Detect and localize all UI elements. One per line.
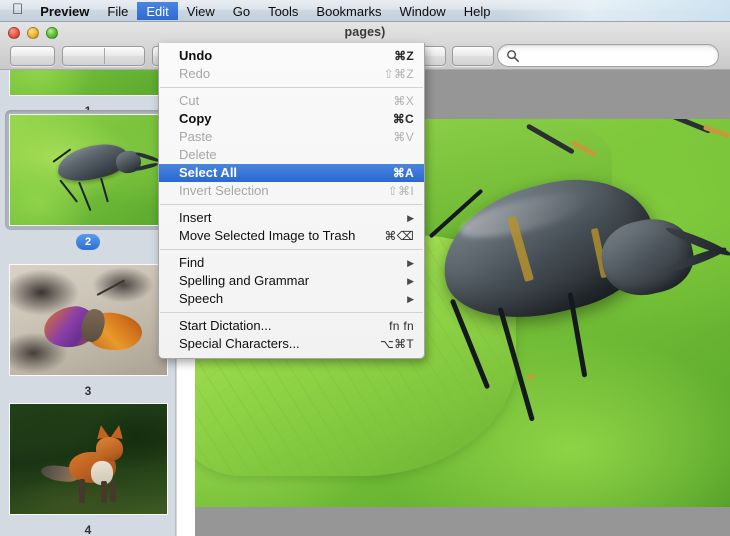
menu-item-delete: Delete: [179, 147, 217, 162]
thumbnail-page-3[interactable]: 3: [0, 260, 175, 398]
chevron-right-icon: ▶: [407, 294, 414, 304]
menu-separator: [160, 204, 423, 205]
menubar-item-file[interactable]: File: [98, 2, 137, 20]
menu-separator: [160, 87, 423, 88]
menu-item-speech[interactable]: Speech ▶: [159, 290, 424, 308]
menu-item-cut: Cut ⌘X: [179, 93, 414, 108]
thumbnail-page-4[interactable]: 4: [0, 399, 175, 536]
beetle-leg: [58, 179, 78, 203]
menubar-item-edit[interactable]: Edit: [137, 1, 178, 20]
chevron-right-icon: ▶: [407, 276, 414, 286]
fox-leg: [100, 481, 107, 503]
thumbnail-artwork-butterfly: [9, 265, 167, 375]
thumbnail-frame: [5, 399, 172, 519]
menubar-item-view[interactable]: View: [178, 2, 224, 20]
fox-head: [95, 437, 123, 462]
beetle-antenna-tip: [703, 124, 730, 139]
menubar-item-go[interactable]: Go: [224, 2, 259, 20]
menu-item-select-all[interactable]: Select All ⌘A: [159, 164, 424, 182]
beetle-tarsus: [526, 375, 535, 380]
search-input[interactable]: [524, 45, 712, 66]
thumbnail-artwork-beetle: [9, 115, 167, 225]
menubar-item-preview[interactable]: Preview: [31, 2, 98, 20]
menu-item-move-selected-image-to-trash[interactable]: Move Selected Image to Trash ⌘⌫: [159, 227, 424, 245]
thumbnail-image: [8, 114, 168, 226]
fox-leg: [109, 481, 117, 502]
thumbnail-image: [8, 264, 168, 376]
menu-item-invert-selection: Invert Selection ⇧⌘I: [179, 183, 414, 198]
edit-menu-dropdown[interactable]: Undo ⌘Z Redo ⇧⌘Z Cut ⌘X Copy ⌘C Paste ⌘V…: [158, 43, 425, 359]
menu-item-redo: Redo ⇧⌘Z: [179, 66, 414, 81]
menu-item-paste: Paste ⌘V: [179, 129, 414, 144]
apple-logo-icon[interactable]: : [12, 2, 23, 17]
menubar-item-tools[interactable]: Tools: [259, 2, 307, 20]
search-icon: [507, 50, 520, 63]
canvas-background-bottom: [195, 507, 730, 536]
thumbnail-frame-selected: [4, 110, 172, 230]
chevron-right-icon: ▶: [407, 258, 414, 268]
chevron-right-icon: ▶: [407, 213, 414, 223]
butterfly-antenna: [97, 278, 126, 296]
thumbnail-artwork-fox: [9, 404, 167, 514]
beetle-leg: [99, 177, 109, 203]
menu-item-insert[interactable]: Insert ▶: [159, 209, 424, 227]
thumbnail-image: [8, 403, 168, 515]
menu-separator: [160, 249, 423, 250]
thumbnail-page-2[interactable]: 2: [0, 110, 175, 250]
menu-item-special-characters[interactable]: Special Characters... ⌥⌘T: [159, 335, 424, 353]
menu-separator: [160, 312, 423, 313]
menu-item-undo[interactable]: Undo ⌘Z: [159, 47, 424, 65]
thumbnail-frame: [5, 260, 172, 380]
preview-window: pages) 1: [0, 22, 730, 536]
menu-item-find[interactable]: Find ▶: [159, 254, 424, 272]
thumbnail-page-number: 4: [84, 523, 92, 536]
thumbnail-artwork: [9, 70, 167, 95]
thumbnail-page-number-badge: 2: [75, 234, 101, 250]
thumbnail-page-number: 3: [84, 384, 92, 398]
beetle-leg: [77, 181, 92, 212]
menu-item-copy[interactable]: Copy ⌘C: [159, 110, 424, 128]
fox-ear: [110, 423, 125, 439]
fox-leg: [78, 478, 85, 503]
toolbar-button-zoom-group[interactable]: [62, 46, 145, 66]
thumbnail-image: [8, 70, 168, 96]
menu-item-spelling-and-grammar[interactable]: Spelling and Grammar ▶: [159, 272, 424, 290]
menubar-item-help[interactable]: Help: [455, 2, 500, 20]
toolbar-button-rotate[interactable]: [452, 46, 494, 66]
search-field[interactable]: [497, 44, 719, 67]
button-divider: [104, 48, 105, 64]
thumbnail-sidebar[interactable]: 1 2: [0, 70, 176, 536]
menu-item-start-dictation[interactable]: Start Dictation... fn fn: [159, 317, 424, 335]
toolbar-button-sidebar[interactable]: [10, 46, 55, 66]
window-title: pages): [344, 25, 386, 39]
thumbnail-frame: [5, 70, 172, 100]
fox-ear: [94, 423, 109, 439]
menubar-item-window[interactable]: Window: [390, 2, 454, 20]
macos-menu-bar:  Preview File Edit View Go Tools Bookma…: [0, 0, 730, 22]
menubar-item-bookmarks[interactable]: Bookmarks: [307, 2, 390, 20]
